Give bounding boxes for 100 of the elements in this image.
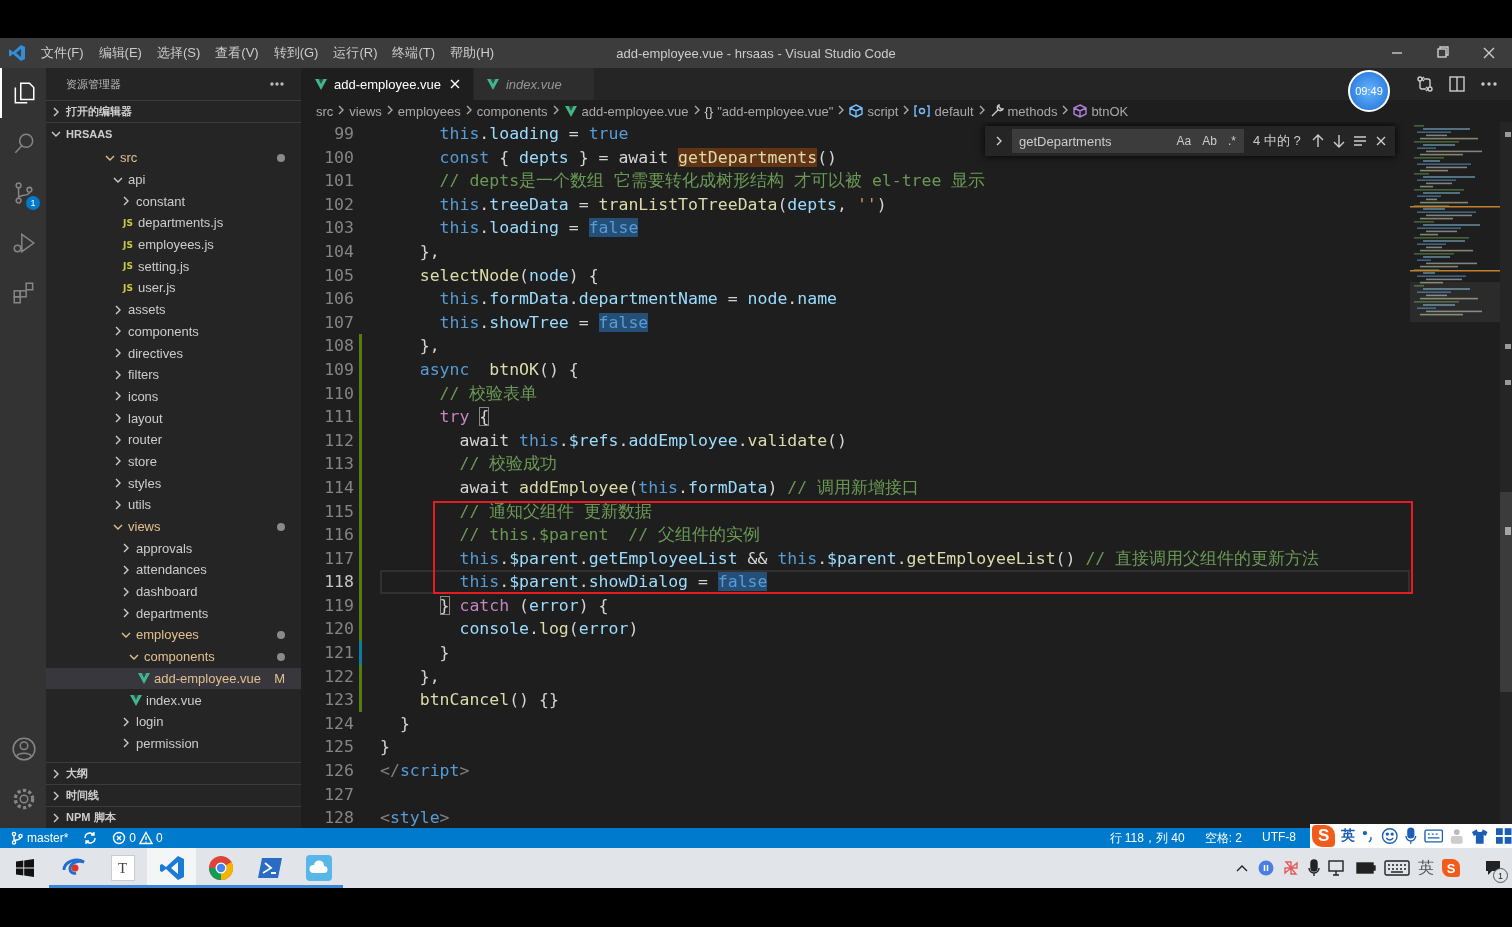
tree-item[interactable]: JS employees.js <box>46 233 301 256</box>
pinwheel-icon[interactable] <box>1282 859 1300 877</box>
js-file-icon: JS <box>123 239 133 250</box>
menu-item[interactable]: 编辑(E) <box>98 44 142 62</box>
tree-item[interactable]: dashboard <box>46 580 301 603</box>
editor-tab[interactable]: index.vue <box>473 68 595 100</box>
settings-icon[interactable] <box>11 786 37 812</box>
vscode-logo-icon <box>158 855 185 881</box>
tree-item[interactable]: index.vue <box>46 689 301 711</box>
taskbar-button[interactable] <box>147 848 196 888</box>
arrow-up-icon[interactable] <box>1310 133 1326 149</box>
tree-item[interactable]: src <box>46 147 301 169</box>
pause-circle-icon[interactable] <box>1258 860 1274 876</box>
breadcrumb-item[interactable]: views <box>349 103 382 119</box>
section-header[interactable]: 大纲 <box>46 762 301 784</box>
tree-item[interactable]: approvals <box>46 537 301 560</box>
tree-item[interactable]: JS setting.js <box>46 255 301 278</box>
split-editor-icon[interactable] <box>1448 75 1466 93</box>
menu-item[interactable]: 运行(R) <box>333 44 378 62</box>
tree-item[interactable]: views <box>46 515 301 538</box>
battery-icon[interactable] <box>1356 861 1376 875</box>
tree-item[interactable]: JS departments.js <box>46 212 301 234</box>
tree-item[interactable]: permission <box>46 732 301 755</box>
problems-button[interactable]: 0 0 <box>112 831 163 845</box>
find-option-toggle[interactable]: Ab <box>1198 132 1221 150</box>
cube-icon <box>1073 104 1088 118</box>
tree-item[interactable]: utils <box>46 494 301 516</box>
encoding-setting[interactable]: UTF-8 <box>1262 829 1296 847</box>
tree-item[interactable]: employees <box>46 624 301 646</box>
sync-icon[interactable] <box>82 831 99 845</box>
code-line: this.loading = true <box>438 123 629 145</box>
tree-item[interactable]: filters <box>46 363 301 386</box>
tree-item[interactable]: api <box>46 168 301 191</box>
vue-file-icon <box>129 693 143 708</box>
breadcrumb-item[interactable]: methods <box>989 103 1058 119</box>
compare-changes-icon[interactable] <box>1416 75 1434 93</box>
breadcrumb-item[interactable]: default <box>914 103 974 119</box>
line-number: 118 <box>323 571 354 594</box>
tree-item[interactable]: constant <box>46 190 301 213</box>
breadcrumb-item[interactable]: script <box>849 103 899 119</box>
grid-icon[interactable] <box>1494 827 1512 845</box>
microphone-icon[interactable] <box>1308 859 1320 877</box>
shirt-icon[interactable] <box>1471 827 1489 845</box>
tree-item[interactable]: directives <box>46 342 301 364</box>
tree-item[interactable]: styles <box>46 472 301 494</box>
branch-icon <box>10 831 24 845</box>
menu-item[interactable]: 帮助(H) <box>450 44 495 62</box>
indentation-setting[interactable]: 空格: 2 <box>1204 829 1242 847</box>
account-icon[interactable] <box>11 736 37 762</box>
vscode-logo-icon <box>8 44 26 62</box>
tree-item[interactable]: icons <box>46 385 301 408</box>
input-language-indicator[interactable]: 英 <box>1418 857 1434 879</box>
keyboard-icon[interactable] <box>1424 828 1444 844</box>
source-control-button[interactable]: 1 <box>0 168 46 218</box>
tree-item[interactable]: login <box>46 710 301 733</box>
menu-item[interactable]: 终端(T) <box>392 44 436 62</box>
breadcrumb-item[interactable]: employees <box>397 103 461 119</box>
menu-item[interactable]: 查看(V) <box>215 44 259 62</box>
notification-icon[interactable] <box>1484 859 1502 877</box>
tree-item[interactable]: add-employee.vue M <box>46 667 301 690</box>
braces-icon: {} <box>704 103 714 119</box>
tree-item[interactable]: attendances <box>46 559 301 581</box>
editor-tab[interactable]: add-employee.vue <box>302 68 474 100</box>
line-number: 122 <box>323 665 354 688</box>
tree-item[interactable]: JS user.js <box>46 277 301 299</box>
breadcrumb-item[interactable]: {} "add-employee.vue" <box>704 103 834 119</box>
section-header[interactable]: 时间线 <box>46 784 301 806</box>
breadcrumb-item[interactable]: components <box>476 103 548 119</box>
breadcrumb-item[interactable]: src <box>316 103 334 119</box>
windows-logo-icon[interactable] <box>15 859 34 877</box>
branch-button[interactable]: master* <box>10 831 69 845</box>
match-count: 4 中的 ? <box>1253 132 1301 150</box>
tree-item[interactable]: router <box>46 428 301 451</box>
section-header[interactable]: 打开的编辑器 <box>46 100 301 122</box>
find-option-toggle[interactable]: Aa <box>1172 132 1196 150</box>
section-header[interactable]: HRSAAS <box>46 122 301 144</box>
tree-item[interactable]: components <box>46 645 301 668</box>
tree-item[interactable]: assets <box>46 298 301 321</box>
tree-item[interactable]: departments <box>46 602 301 625</box>
arrow-down-icon[interactable] <box>1331 133 1347 149</box>
cursor-position[interactable]: 行 118，列 40 <box>1109 829 1185 847</box>
menu-item[interactable]: 文件(F) <box>41 44 84 62</box>
find-in-selection-icon[interactable] <box>1352 133 1368 149</box>
find-option-toggle[interactable]: .* <box>1224 132 1240 150</box>
emoji-icon[interactable] <box>1380 827 1399 845</box>
microphone-icon[interactable] <box>1404 827 1419 845</box>
code-line: // 校验成功 <box>458 453 558 476</box>
tree-item[interactable]: store <box>46 450 301 473</box>
vue-file-icon <box>314 77 328 91</box>
tree-item[interactable]: layout <box>46 407 301 429</box>
breadcrumb-item[interactable]: add-employee.vue <box>563 103 689 119</box>
menu-item[interactable]: 转到(G) <box>273 44 319 62</box>
module-icon <box>914 104 931 118</box>
ime-mode-toggle[interactable]: 英 <box>1341 827 1356 845</box>
menu-item[interactable]: 选择(S) <box>156 44 201 62</box>
keyboard-icon[interactable] <box>1384 859 1410 877</box>
tree-item[interactable]: components <box>46 320 301 343</box>
modified-line-marker <box>359 641 362 665</box>
code-line: }, <box>418 335 440 358</box>
breadcrumb-item[interactable]: btnOK <box>1073 103 1129 119</box>
